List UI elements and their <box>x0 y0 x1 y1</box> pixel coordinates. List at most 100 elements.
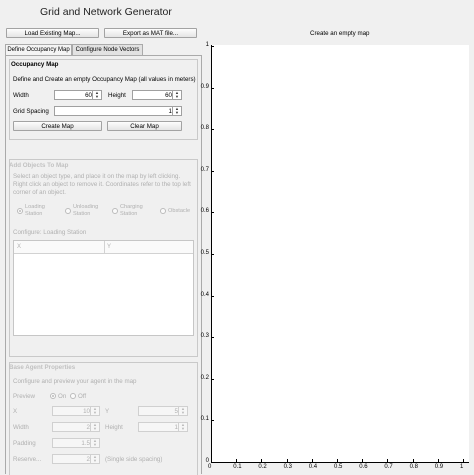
export-mat-button[interactable]: Export as MAT file... <box>104 28 197 38</box>
down-arrow-icon[interactable]: ▼ <box>91 443 99 447</box>
preview-off-label: Off <box>78 393 87 400</box>
down-arrow-icon[interactable]: ▼ <box>179 411 187 415</box>
x-tick-mark <box>311 459 313 462</box>
agent-width-arrows[interactable]: ▲ ▼ <box>90 423 99 431</box>
x-tick-label: 0.5 <box>334 464 343 470</box>
column-header-x[interactable]: X <box>17 244 21 250</box>
y-tick-mark <box>211 129 214 131</box>
agent-description: Configure and preview your agent in the … <box>13 378 137 385</box>
height-arrows[interactable]: ▲ ▼ <box>172 91 181 99</box>
status-text: Create an empty map <box>310 30 370 37</box>
y-tick-mark <box>211 212 214 214</box>
coordinates-table[interactable]: X Y <box>13 240 194 336</box>
map-axes[interactable] <box>211 45 469 463</box>
x-tick-mark <box>337 459 338 462</box>
left-panel: Occupancy Map Define and Create an empty… <box>5 55 202 475</box>
down-arrow-icon[interactable]: ▼ <box>179 427 187 431</box>
agent-x-value: 10 <box>83 408 90 415</box>
y-tick-label: 0.9 <box>200 83 209 90</box>
x-tick-mark <box>211 459 212 462</box>
occupancy-description: Define and Create an empty Occupancy Map… <box>13 76 196 83</box>
agent-y-arrows[interactable]: ▲ ▼ <box>178 407 187 415</box>
tab-configure-node-vectors[interactable]: Configure Node Vectors <box>72 44 143 55</box>
padding-value: 1.5 <box>81 440 90 447</box>
y-tick-label: 0.2 <box>200 374 209 381</box>
x-tick-mark <box>261 459 263 462</box>
y-tick-mark <box>211 378 214 380</box>
padding-spinner[interactable]: 1.5 ▲ ▼ <box>52 438 100 448</box>
x-tick-mark <box>286 459 288 462</box>
width-label: Width <box>13 92 29 99</box>
unloading-station-radio[interactable] <box>65 208 71 214</box>
x-tick-mark <box>437 459 439 462</box>
x-tick-mark <box>463 459 464 462</box>
window-title: Grid and Network Generator <box>40 6 172 18</box>
loading-station-label: Loading Station <box>25 204 45 217</box>
down-arrow-icon[interactable]: ▼ <box>173 95 181 99</box>
agent-y-spinner[interactable]: 5 ▲ ▼ <box>138 406 188 416</box>
agent-width-label: Width <box>13 424 29 431</box>
x-tick-label: 0.8 <box>409 464 418 470</box>
y-tick-mark <box>211 254 214 255</box>
width-arrows[interactable]: ▲ ▼ <box>92 91 101 99</box>
agent-height-arrows[interactable]: ▲ ▼ <box>178 423 187 431</box>
configure-label: Configure: Loading Station <box>13 229 87 236</box>
height-value: 60 <box>165 92 172 99</box>
obstacle-radio[interactable] <box>160 208 166 214</box>
reserve-label: Reserve... <box>13 456 42 463</box>
width-spinner[interactable]: 60 ▲ ▼ <box>54 90 102 100</box>
grid-spacing-arrows[interactable]: ▲ ▼ <box>172 107 181 115</box>
agent-properties-header: Base Agent Properties <box>9 364 76 371</box>
y-tick-label: 0.4 <box>200 291 209 298</box>
reserve-spinner[interactable]: 2 ▲ ▼ <box>52 454 100 464</box>
obstacle-label: Obstacle <box>168 208 191 214</box>
padding-label: Padding <box>13 440 36 447</box>
x-tick-mark <box>412 459 414 462</box>
width-value: 60 <box>85 92 92 99</box>
height-spinner[interactable]: 60 ▲ ▼ <box>132 90 182 100</box>
preview-label: Preview <box>13 393 36 400</box>
x-tick-label: 0.7 <box>384 464 393 470</box>
agent-x-spinner[interactable]: 10 ▲ ▼ <box>52 406 100 416</box>
agent-x-label: X <box>13 408 18 415</box>
y-tick-label: 0.7 <box>200 166 209 173</box>
x-tick-label: 0.3 <box>283 464 292 470</box>
charging-station-label: Charging Station <box>120 204 143 217</box>
height-label: Height <box>108 92 126 99</box>
create-map-button[interactable]: Create Map <box>13 121 102 131</box>
agent-height-spinner[interactable]: 1 ▲ ▼ <box>138 422 188 432</box>
down-arrow-icon[interactable]: ▼ <box>91 459 99 463</box>
add-objects-description: Select an object type, and place it on t… <box>13 173 191 196</box>
load-map-button[interactable]: Load Existing Map... <box>6 28 99 38</box>
y-tick-mark <box>211 295 214 297</box>
y-tick-label: 0.3 <box>200 333 209 340</box>
down-arrow-icon[interactable]: ▼ <box>173 111 181 115</box>
agent-width-spinner[interactable]: 2 ▲ ▼ <box>52 422 100 432</box>
down-arrow-icon[interactable]: ▼ <box>91 427 99 431</box>
y-tick-label: 0.5 <box>200 250 209 256</box>
down-arrow-icon[interactable]: ▼ <box>93 95 101 99</box>
unloading-station-label: Unloading Station <box>73 204 99 217</box>
y-tick-mark <box>211 170 214 172</box>
preview-on-label: On <box>58 393 67 400</box>
loading-station-radio[interactable] <box>17 208 23 214</box>
preview-on-radio[interactable] <box>50 393 56 399</box>
tab-define-occupancy-map[interactable]: Define Occupancy Map <box>5 44 72 55</box>
x-tick-label: 0.6 <box>359 464 368 470</box>
x-tick-mark <box>236 459 238 462</box>
charging-station-radio[interactable] <box>112 208 118 214</box>
reserve-arrows[interactable]: ▲ ▼ <box>90 455 99 463</box>
grid-spacing-spinner[interactable]: 1 ▲ ▼ <box>54 106 182 116</box>
reserve-note: (Single side spacing) <box>105 456 163 463</box>
down-arrow-icon[interactable]: ▼ <box>91 411 99 415</box>
agent-x-arrows[interactable]: ▲ ▼ <box>90 407 99 415</box>
agent-y-label: Y <box>105 408 110 415</box>
column-header-y[interactable]: Y <box>107 244 111 250</box>
y-tick-mark <box>211 337 214 339</box>
column-divider <box>104 241 105 253</box>
preview-off-radio[interactable] <box>70 393 76 399</box>
x-tick-label: 0.4 <box>308 464 318 470</box>
clear-map-button[interactable]: Clear Map <box>107 121 182 131</box>
padding-arrows[interactable]: ▲ ▼ <box>90 439 99 447</box>
x-tick-mark <box>387 459 389 462</box>
